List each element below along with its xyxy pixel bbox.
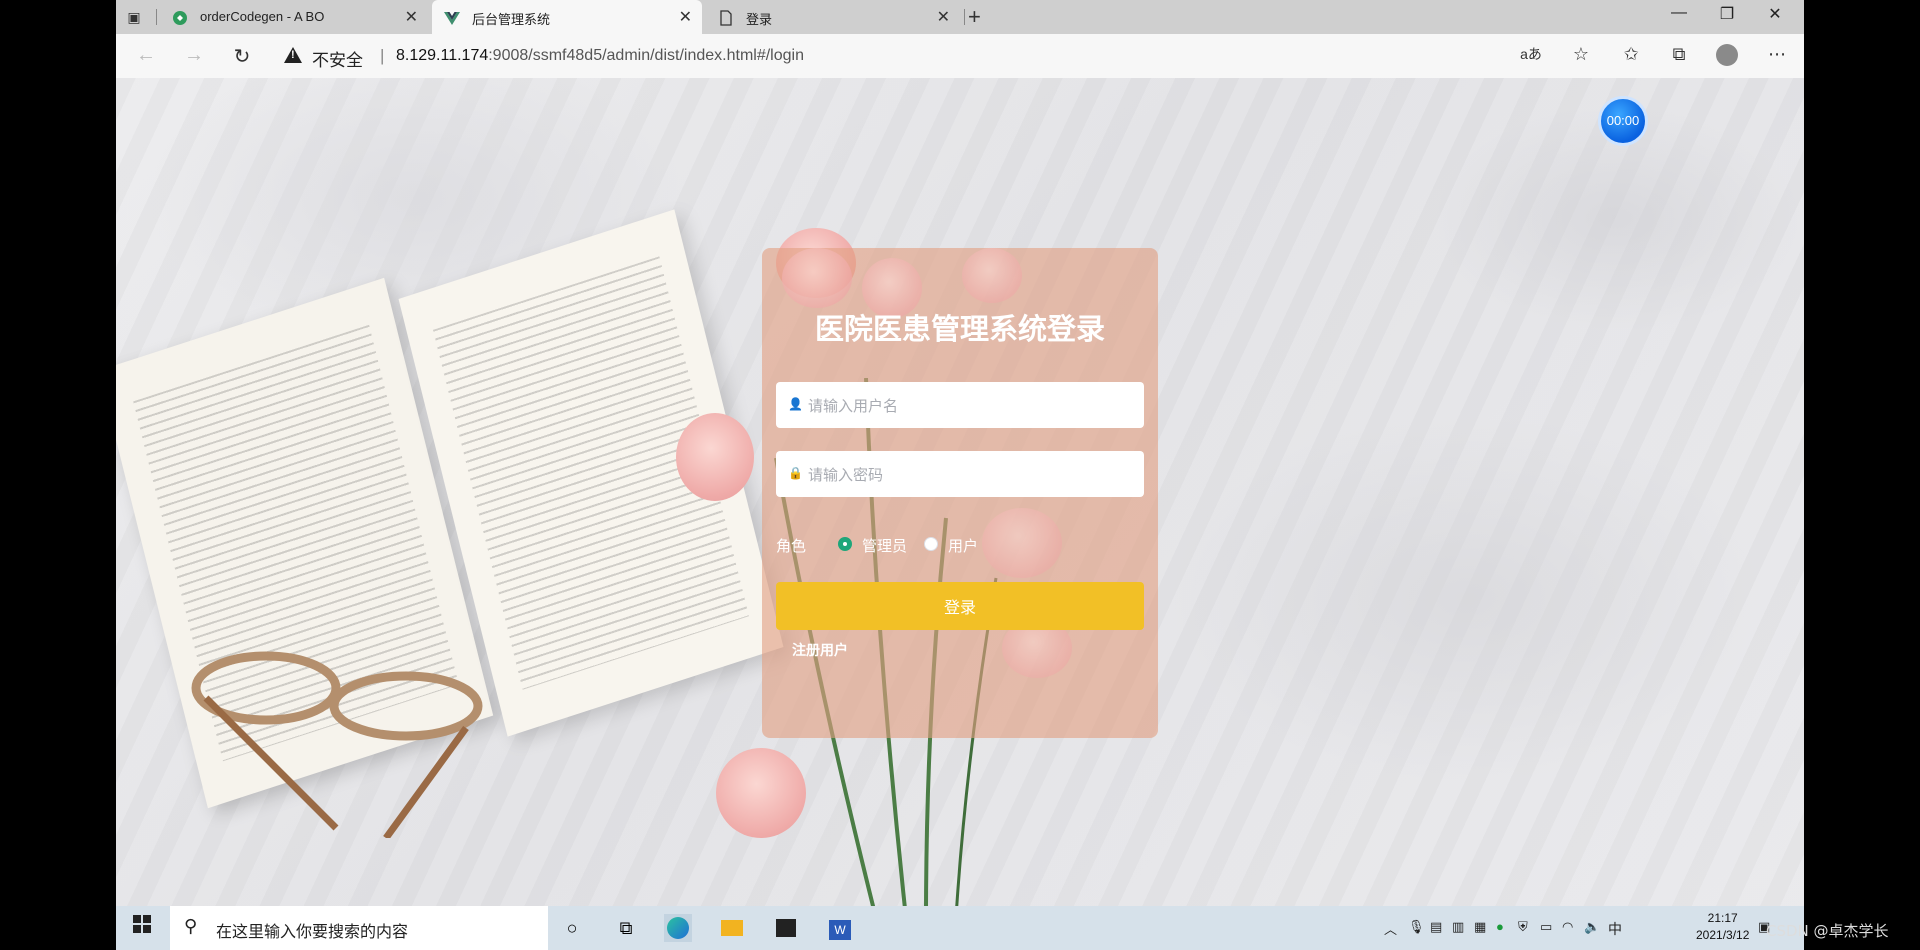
radio-admin[interactable] <box>838 537 852 551</box>
microphone-icon[interactable]: 🎙 <box>1408 919 1425 935</box>
clock[interactable]: 21:17 2021/3/12 <box>1696 910 1749 944</box>
edge-icon[interactable] <box>664 914 692 942</box>
tray-app-icon[interactable]: ▥ <box>1452 919 1464 935</box>
vue-icon <box>444 12 460 25</box>
login-page: 00:00 医院医患管理系统登录 👤 🔒 角色 管理员 用户 <box>116 78 1804 906</box>
volume-icon[interactable]: 🔈 <box>1584 919 1600 935</box>
store-icon[interactable] <box>772 914 800 942</box>
tab-separator <box>156 9 157 25</box>
watermark: CSDN @卓杰学长 <box>1766 922 1889 940</box>
wifi-icon[interactable]: ◠ <box>1562 919 1573 935</box>
flower-image <box>782 248 852 308</box>
url-field[interactable]: 不安全 | 8.129.11.174:9008/ssmf48d5/admin/d… <box>284 40 1504 72</box>
start-icon[interactable] <box>128 914 156 942</box>
url-text: 8.129.11.174:9008/ssmf48d5/admin/dist/in… <box>396 47 804 65</box>
tray-chevron-icon[interactable]: ︿ <box>1384 919 1397 938</box>
tab-separator <box>964 9 965 25</box>
favorites-icon[interactable]: ✩ <box>1616 44 1646 65</box>
read-aloud-icon[interactable]: aあ <box>1516 44 1546 64</box>
tab-admin[interactable]: 后台管理系统 ✕ <box>432 0 702 34</box>
profile-icon[interactable] <box>1712 44 1742 71</box>
tab-strip: ▣ orderCodegen - A BO ✕ 后台管理系统 ✕ 登录 ✕ + … <box>116 0 1804 34</box>
more-icon[interactable]: ⋯ <box>1762 44 1792 65</box>
register-link[interactable]: 注册用户 <box>792 640 848 660</box>
refresh-icon[interactable]: ↻ <box>228 44 256 69</box>
add-favorite-icon[interactable]: ☆ <box>1566 44 1596 65</box>
url-host: 8.129.11.174 <box>396 47 489 64</box>
radio-user[interactable] <box>924 537 938 551</box>
codegen-icon <box>173 11 187 25</box>
search-placeholder: 在这里输入你要搜索的内容 <box>216 924 409 941</box>
flower-image <box>716 748 806 838</box>
page-icon <box>720 10 732 26</box>
login-card: 医院医患管理系统登录 👤 🔒 角色 管理员 用户 登录 注册用户 <box>762 248 1158 738</box>
forward-icon[interactable]: → <box>180 44 208 67</box>
role-label: 角色 <box>776 538 807 555</box>
role-selector: 角色 管理员 用户 <box>776 533 1144 557</box>
tray-app-icon[interactable]: ▦ <box>1474 919 1486 935</box>
taskbar: ⚲ 在这里输入你要搜索的内容 ○ ⧉ W ︿ 🎙 ▤ ▥ ▦ ● ⛨ ▭ ◠ 🔈… <box>116 906 1804 950</box>
warning-icon <box>284 47 302 63</box>
timer-badge[interactable]: 00:00 <box>1598 96 1648 146</box>
tab-title: orderCodegen - A BO <box>200 9 325 24</box>
close-tab-icon[interactable]: ✕ <box>937 7 950 27</box>
shield-icon[interactable]: ⛨ <box>1518 919 1528 935</box>
search-icon: ⚲ <box>184 916 198 936</box>
close-tab-icon[interactable]: ✕ <box>405 7 418 27</box>
glasses-image <box>191 651 483 838</box>
clock-time: 21:17 <box>1707 911 1738 925</box>
battery-icon[interactable]: ▭ <box>1540 919 1552 935</box>
login-button[interactable]: 登录 <box>776 582 1144 630</box>
tab-actions-icon[interactable]: ▣ <box>124 8 144 26</box>
lock-icon: 🔒 <box>788 466 803 480</box>
tab-ordercodegen[interactable]: orderCodegen - A BO ✕ <box>160 0 428 34</box>
browser-window: ▣ orderCodegen - A BO ✕ 后台管理系统 ✕ 登录 ✕ + … <box>116 0 1804 950</box>
password-field[interactable]: 🔒 <box>776 451 1144 499</box>
collections-icon[interactable]: ⧉ <box>1664 44 1694 65</box>
word-icon[interactable]: W <box>826 914 854 942</box>
close-tab-icon[interactable]: ✕ <box>679 7 692 27</box>
flower-image <box>962 248 1022 303</box>
tray-app-icon[interactable]: ▤ <box>1430 919 1442 935</box>
username-field[interactable]: 👤 <box>776 382 1144 430</box>
url-path: :9008/ssmf48d5/admin/dist/index.html#/lo… <box>488 47 804 64</box>
wechat-icon[interactable]: ● <box>1496 919 1504 934</box>
close-window-icon[interactable]: ✕ <box>1752 4 1798 24</box>
minimize-icon[interactable]: — <box>1656 4 1702 22</box>
flower-image <box>676 413 754 501</box>
login-title: 医院医患管理系统登录 <box>814 314 1105 346</box>
address-bar-row: ← → ↻ 不安全 | 8.129.11.174:9008/ssmf48d5/a… <box>116 34 1804 79</box>
cortana-icon[interactable]: ○ <box>558 914 586 942</box>
tab-title: 登录 <box>746 12 773 27</box>
task-view-icon[interactable]: ⧉ <box>612 914 640 942</box>
url-divider: | <box>380 46 385 65</box>
password-input[interactable] <box>806 451 1130 499</box>
security-label: 不安全 <box>312 51 363 70</box>
radio-admin-label[interactable]: 管理员 <box>862 535 907 556</box>
username-input[interactable] <box>806 382 1130 430</box>
radio-user-label[interactable]: 用户 <box>948 535 978 556</box>
clock-date: 2021/3/12 <box>1696 928 1750 942</box>
ime-indicator[interactable]: 中 <box>1608 919 1622 939</box>
restore-icon[interactable]: ❐ <box>1704 4 1750 24</box>
file-explorer-icon[interactable] <box>718 914 746 942</box>
user-icon: 👤 <box>788 397 803 411</box>
new-tab-icon[interactable]: + <box>968 4 981 30</box>
tab-login[interactable]: 登录 ✕ <box>706 0 960 34</box>
back-icon[interactable]: ← <box>132 44 160 67</box>
tab-title: 后台管理系统 <box>472 12 551 27</box>
taskbar-search[interactable]: ⚲ 在这里输入你要搜索的内容 <box>170 906 548 950</box>
